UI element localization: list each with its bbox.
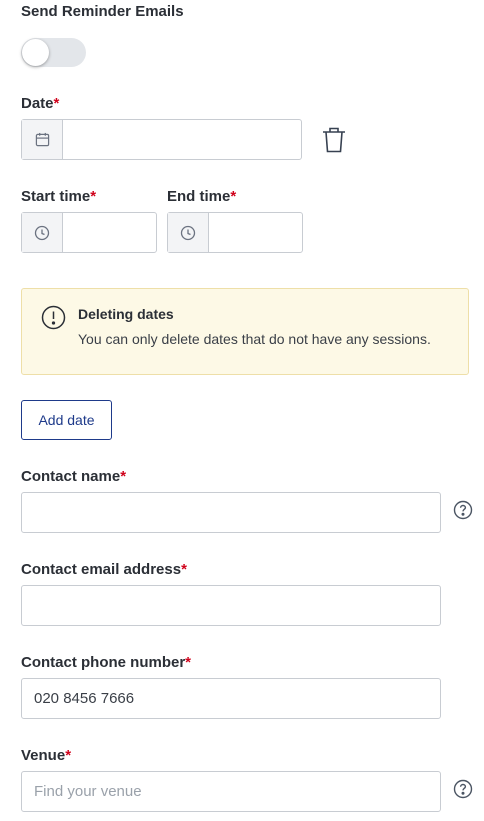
end-time-label: End time*	[167, 188, 237, 205]
start-time-input[interactable]	[63, 213, 156, 252]
notice-body: You can only delete dates that do not ha…	[78, 331, 431, 347]
start-time-field[interactable]	[21, 212, 157, 253]
required-mark: *	[120, 468, 127, 485]
venue-search-input[interactable]: Find your venue	[21, 771, 441, 812]
date-field[interactable]	[21, 119, 302, 160]
contact-name-input[interactable]	[21, 492, 441, 533]
venue-label: Venue*	[21, 747, 72, 764]
required-mark: *	[90, 188, 97, 205]
notice-title: Deleting dates	[78, 306, 174, 322]
contact-phone-label: Contact phone number*	[21, 654, 192, 671]
clock-icon	[22, 213, 63, 252]
reminder-label: Send Reminder Emails	[21, 3, 184, 20]
contact-phone-input[interactable]: 020 8456 7666	[21, 678, 441, 719]
required-mark: *	[185, 654, 192, 671]
required-mark: *	[65, 747, 72, 764]
clock-icon	[168, 213, 209, 252]
reminder-toggle[interactable]	[21, 38, 86, 67]
required-mark: *	[230, 188, 237, 205]
deleting-dates-notice: Deleting dates You can only delete dates…	[21, 288, 469, 375]
exclamation-circle-icon	[41, 305, 66, 330]
contact-email-input[interactable]	[21, 585, 441, 626]
question-circle-icon[interactable]	[452, 778, 474, 800]
contact-name-label: Contact name*	[21, 468, 127, 485]
required-mark: *	[181, 561, 187, 578]
toggle-knob	[22, 39, 49, 66]
end-time-input[interactable]	[209, 213, 302, 252]
start-time-label: Start time*	[21, 188, 97, 205]
end-time-field[interactable]	[167, 212, 303, 253]
contact-email-label: Contact email address*	[21, 561, 187, 578]
trash-icon[interactable]	[321, 126, 347, 154]
required-mark: *	[53, 95, 60, 112]
add-date-button[interactable]: Add date	[21, 400, 112, 440]
venue-placeholder: Find your venue	[34, 783, 142, 800]
calendar-icon	[22, 120, 63, 159]
question-circle-icon[interactable]	[452, 499, 474, 521]
date-input[interactable]	[63, 120, 301, 159]
date-label: Date*	[21, 95, 60, 112]
